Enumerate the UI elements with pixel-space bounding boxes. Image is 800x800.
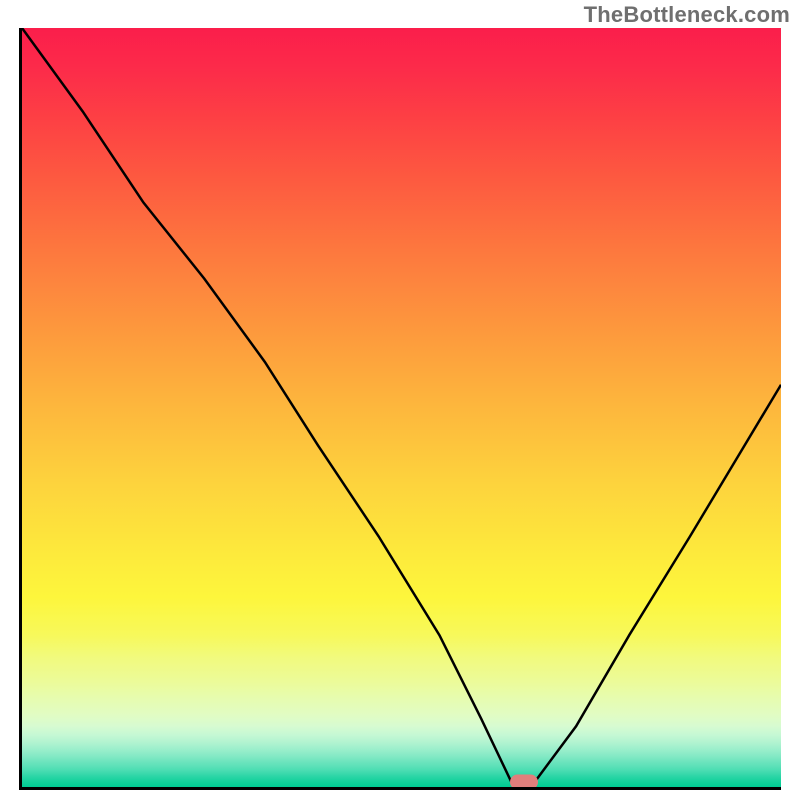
plot-area (19, 28, 781, 790)
heat-gradient-background (22, 28, 781, 787)
chart-container: TheBottleneck.com (0, 0, 800, 800)
attribution-watermark: TheBottleneck.com (584, 2, 790, 28)
